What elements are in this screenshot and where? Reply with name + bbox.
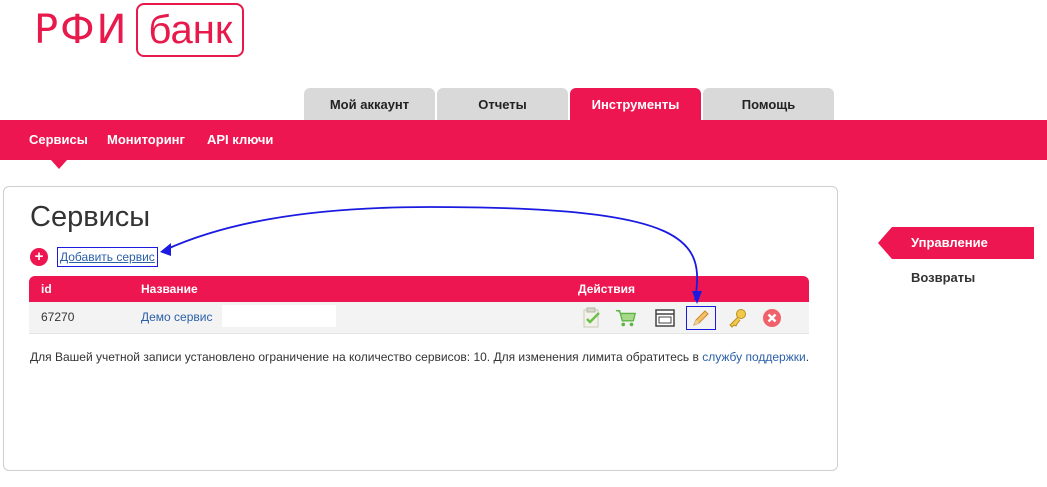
sidebar-item-refunds[interactable]: Возвраты bbox=[911, 270, 975, 285]
window-icon[interactable] bbox=[654, 307, 676, 329]
note-end: . bbox=[805, 350, 810, 364]
table-header: id Название Действия bbox=[29, 276, 809, 302]
note-text: Для Вашей учетной записи установлено огр… bbox=[30, 350, 703, 364]
main-tabs: Мой аккаунт Отчеты Инструменты Помощь bbox=[304, 88, 836, 120]
sidebar-item-management[interactable]: Управление bbox=[878, 227, 1034, 259]
sidebar-item-label: Управление bbox=[911, 235, 988, 250]
clipboard-check-icon[interactable] bbox=[581, 307, 603, 329]
key-icon[interactable] bbox=[726, 307, 748, 329]
column-header-id: id bbox=[41, 282, 52, 296]
subnav-item-monitoring[interactable]: Мониторинг bbox=[107, 120, 185, 160]
subnav-item-api-keys[interactable]: API ключи bbox=[207, 120, 273, 160]
tab-help[interactable]: Помощь bbox=[703, 88, 834, 120]
add-service-row: + Добавить сервис bbox=[30, 247, 158, 267]
tab-reports[interactable]: Отчеты bbox=[437, 88, 568, 120]
column-header-actions: Действия bbox=[578, 282, 636, 296]
service-name-link[interactable]: Демо сервис bbox=[141, 302, 212, 332]
plus-circle-icon[interactable]: + bbox=[30, 248, 48, 266]
services-table: id Название Действия 67270 Демо сервис bbox=[29, 276, 809, 334]
tab-tools[interactable]: Инструменты bbox=[570, 88, 701, 120]
column-header-name: Название bbox=[141, 282, 198, 296]
subnav-item-services[interactable]: Сервисы bbox=[29, 120, 88, 160]
table-row: 67270 Демо сервис bbox=[29, 302, 809, 334]
add-service-link[interactable]: Добавить сервис bbox=[57, 247, 158, 267]
support-link[interactable]: службу поддержки bbox=[702, 350, 805, 364]
edit-button[interactable] bbox=[686, 306, 716, 330]
logo[interactable]: РФИ банк bbox=[34, 2, 245, 58]
sub-navigation: Сервисы Мониторинг API ключи bbox=[0, 120, 1047, 160]
logo-bank-text: банк bbox=[136, 3, 245, 57]
tab-my-account[interactable]: Мой аккаунт bbox=[304, 88, 435, 120]
pencil-icon bbox=[693, 310, 709, 326]
redacted-area bbox=[222, 305, 336, 327]
delete-icon[interactable] bbox=[761, 307, 783, 329]
page-title: Сервисы bbox=[30, 201, 151, 233]
service-limit-note: Для Вашей учетной записи установлено огр… bbox=[30, 349, 820, 365]
active-indicator bbox=[878, 227, 892, 259]
cart-icon[interactable] bbox=[615, 307, 637, 329]
services-panel: Сервисы + Добавить сервис id Название Де… bbox=[3, 186, 838, 471]
logo-rfi-text: РФИ bbox=[34, 7, 129, 53]
active-subnav-indicator bbox=[51, 160, 67, 169]
service-id: 67270 bbox=[41, 310, 75, 324]
